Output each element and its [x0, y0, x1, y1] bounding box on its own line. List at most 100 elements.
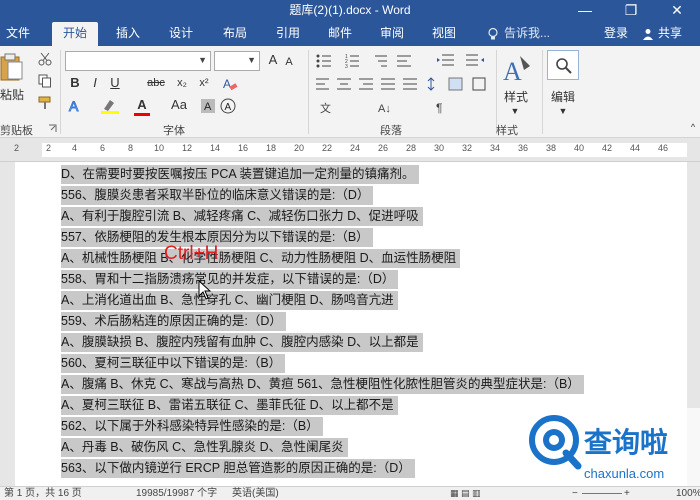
ruler-number: 36	[518, 143, 529, 153]
cut-icon[interactable]	[38, 52, 52, 66]
subscript-button[interactable]: x₂	[172, 74, 192, 92]
paste-icon[interactable]	[0, 52, 24, 82]
page-indicator[interactable]: 第 1 页，共 16 页	[4, 487, 82, 500]
ruler-number: 32	[462, 143, 473, 153]
ruler-number: 26	[378, 143, 389, 153]
ruler-number: 24	[350, 143, 361, 153]
text-line[interactable]: A、丹毒 B、破伤风 C、急性乳腺炎 D、急性阑尾炎	[61, 438, 348, 457]
ruler-number: 34	[490, 143, 501, 153]
font-color-button[interactable]: A	[134, 96, 150, 114]
collapse-ribbon-icon[interactable]: ^	[688, 118, 698, 136]
mouse-pointer-icon	[198, 280, 212, 300]
tab-review[interactable]: 审阅	[370, 22, 414, 46]
font-family-combo[interactable]: ▼	[65, 51, 211, 71]
chevron-down-icon[interactable]: ▼	[508, 102, 522, 120]
svg-text:A↓: A↓	[378, 103, 391, 115]
strikethrough-button[interactable]: abc	[144, 74, 168, 92]
font-size-combo[interactable]: ▼	[214, 51, 260, 71]
enclose-character-icon[interactable]: A	[220, 98, 236, 114]
shrink-font-button[interactable]: A	[282, 53, 296, 71]
tab-view[interactable]: 视图	[422, 22, 466, 46]
character-shading-icon[interactable]: A	[200, 98, 216, 114]
text-line[interactable]: A、机械性肠梗阻 B、化学性肠梗阻 C、动力性肠梗阻 D、血运性肠梗阻	[61, 249, 461, 268]
sign-in-link[interactable]: 登录	[604, 22, 628, 46]
ruler-number: 16	[238, 143, 249, 153]
share-button[interactable]: 共享	[652, 24, 682, 44]
view-mode-icons[interactable]: ▦ ▤ ▥	[450, 487, 481, 500]
ruler-number: 28	[406, 143, 417, 153]
text-line[interactable]: A、有利于腹腔引流 B、减轻疼痛 C、减轻伤口张力 D、促进呼吸	[61, 207, 423, 226]
ruler-number: 2	[46, 143, 52, 153]
alignment-icons[interactable]	[315, 76, 491, 92]
language-indicator[interactable]: 英语(美国)	[232, 487, 279, 500]
ruler-number: 6	[100, 143, 106, 153]
tell-me-search[interactable]: 告诉我...	[504, 22, 550, 46]
clipboard-group-label: 剪贴板	[0, 125, 33, 137]
svg-text:A: A	[223, 77, 231, 91]
list-buttons-icon[interactable]: 1 2 3	[315, 52, 415, 68]
tab-design[interactable]: 设计	[158, 22, 204, 46]
watermark: 查询啦 chaxunla.com	[522, 408, 700, 490]
clear-formatting-icon[interactable]: A	[222, 76, 238, 92]
dialog-launcher-icon[interactable]	[48, 124, 57, 133]
text-effects-icon[interactable]: A	[67, 97, 85, 115]
highlight-color-icon[interactable]	[100, 97, 120, 115]
ruler-number: 12	[182, 143, 193, 153]
paragraph-extra-icons[interactable]: 文 A↓ ¶	[318, 100, 494, 116]
minimize-button[interactable]: —	[562, 0, 608, 22]
zoom-in-button[interactable]: +	[624, 487, 630, 500]
text-line[interactable]: A、腹痛 B、休克 C、寒战与高热 D、黄疸 561、急性梗阻性化脓性胆管炎的典…	[61, 375, 584, 394]
text-line[interactable]: 558、胃和十二指肠溃疡常见的并发症，以下错误的是:（D）	[61, 270, 399, 289]
format-painter-icon[interactable]	[38, 96, 52, 110]
ruler-number: 38	[546, 143, 557, 153]
ruler-text-area	[42, 143, 687, 157]
word-count[interactable]: 19985/19987 个字	[136, 487, 217, 500]
tab-references[interactable]: 引用	[266, 22, 310, 46]
text-line[interactable]: A、腹膜缺损 B、腹腔内残留有血肿 C、腹腔内感染 D、以上都是	[61, 333, 423, 352]
grow-font-button[interactable]: A	[264, 51, 282, 69]
tab-file[interactable]: 文件	[0, 22, 36, 46]
change-case-button[interactable]: Aa	[166, 96, 192, 114]
tab-layout[interactable]: 布局	[212, 22, 258, 46]
ruler-number: 18	[266, 143, 277, 153]
zoom-slider[interactable]	[582, 493, 622, 494]
tab-mailings[interactable]: 邮件	[318, 22, 362, 46]
paste-label[interactable]: 粘贴	[0, 86, 24, 103]
editing-search-box[interactable]	[547, 50, 579, 80]
tab-home[interactable]: 开始	[52, 22, 98, 46]
text-line[interactable]: 562、以下属于外科感染特异性感染的是:（B）	[61, 417, 323, 436]
ruler-number: 30	[434, 143, 445, 153]
tab-insert[interactable]: 插入	[106, 22, 150, 46]
ruler-number: 44	[630, 143, 641, 153]
horizontal-ruler: 2 2 4 6 8 10 12 14 16 18 20 22 24 26 28 …	[0, 138, 700, 162]
text-line[interactable]: 556、腹膜炎患者采取半卧位的临床意义错误的是:（D）	[61, 186, 374, 205]
text-line[interactable]: 559、术后肠粘连的原因正确的是:（D）	[61, 312, 286, 331]
italic-button[interactable]: I	[86, 74, 104, 92]
chevron-down-icon: ▼	[198, 55, 207, 65]
ruler-number: 10	[154, 143, 165, 153]
styles-icon[interactable]: A	[502, 52, 532, 86]
svg-text:A: A	[69, 98, 79, 114]
text-line[interactable]: A、上消化道出血 B、急性穿孔 C、幽门梗阻 D、肠鸣音亢进	[61, 291, 398, 310]
svg-text:A: A	[503, 57, 522, 86]
close-button[interactable]: ✕	[654, 0, 700, 22]
ruler-number: 2	[14, 143, 20, 153]
superscript-button[interactable]: x²	[194, 74, 214, 92]
text-line[interactable]: 563、以下做内镜逆行 ERCP 胆总管造影的原因正确的是:（D）	[61, 459, 415, 478]
ruler-number: 4	[72, 143, 78, 153]
text-line[interactable]: 560、夏柯三联征中以下错误的是:（B）	[61, 354, 286, 373]
restore-button[interactable]: ❐	[608, 0, 654, 22]
zoom-out-button[interactable]: −	[572, 487, 578, 500]
text-line[interactable]: A、夏柯三联征 B、雷诺五联征 C、墨菲氏征 D、以上都不是	[61, 396, 398, 415]
zoom-level[interactable]: 100%	[676, 487, 700, 500]
lightbulb-icon	[488, 27, 498, 40]
indent-icon[interactable]	[436, 52, 496, 68]
chevron-down-icon[interactable]: ▼	[556, 102, 570, 120]
copy-icon[interactable]	[38, 74, 52, 88]
ruler-number: 46	[658, 143, 669, 153]
bold-button[interactable]: B	[66, 74, 84, 92]
underline-button[interactable]: U	[106, 74, 124, 92]
ruler-number: 42	[602, 143, 613, 153]
text-line[interactable]: D、在需要时要按医嘱按压 PCA 装置键追加一定剂量的镇痛剂。	[61, 165, 419, 184]
chevron-down-icon: ▼	[247, 55, 256, 65]
